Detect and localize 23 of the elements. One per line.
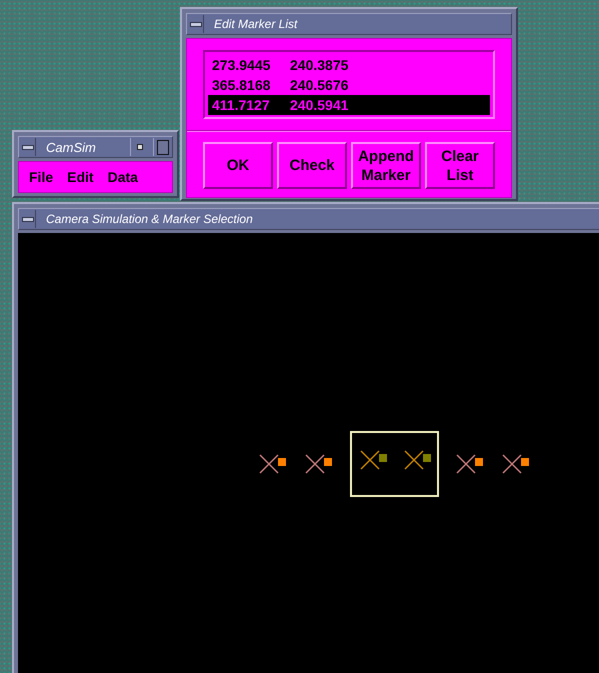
dialog-button[interactable]: Append Marker [351, 142, 421, 189]
maximize-button[interactable] [153, 138, 172, 156]
marker-icon[interactable] [501, 453, 531, 475]
menu-item[interactable]: Edit [67, 169, 94, 185]
marker-icon[interactable] [403, 449, 433, 471]
list-item[interactable]: 365.8168 240.5676 [208, 75, 490, 95]
dialog-button[interactable]: OK [203, 142, 273, 189]
window-title: CamSim [45, 140, 97, 154]
window-title: Camera Simulation & Marker Selection [45, 212, 253, 226]
menu-item[interactable]: File [29, 169, 54, 185]
marker-icon[interactable] [455, 453, 485, 475]
list-item[interactable]: 411.7127 240.5941 [208, 95, 490, 115]
window-menu-button[interactable] [19, 210, 36, 228]
dialog-button[interactable]: Clear List [425, 142, 495, 189]
marker-icon[interactable] [258, 453, 288, 475]
list-item[interactable]: 273.9445 240.3875 [208, 55, 490, 75]
marker-icon[interactable] [359, 449, 389, 471]
window-menu-button[interactable] [19, 138, 36, 156]
window-menu-button[interactable] [187, 15, 204, 33]
window-title: Edit Marker List [213, 17, 298, 31]
marker-icon[interactable] [304, 453, 334, 475]
menu-item[interactable]: Data [108, 169, 138, 185]
dialog-button[interactable]: Check [277, 142, 347, 189]
